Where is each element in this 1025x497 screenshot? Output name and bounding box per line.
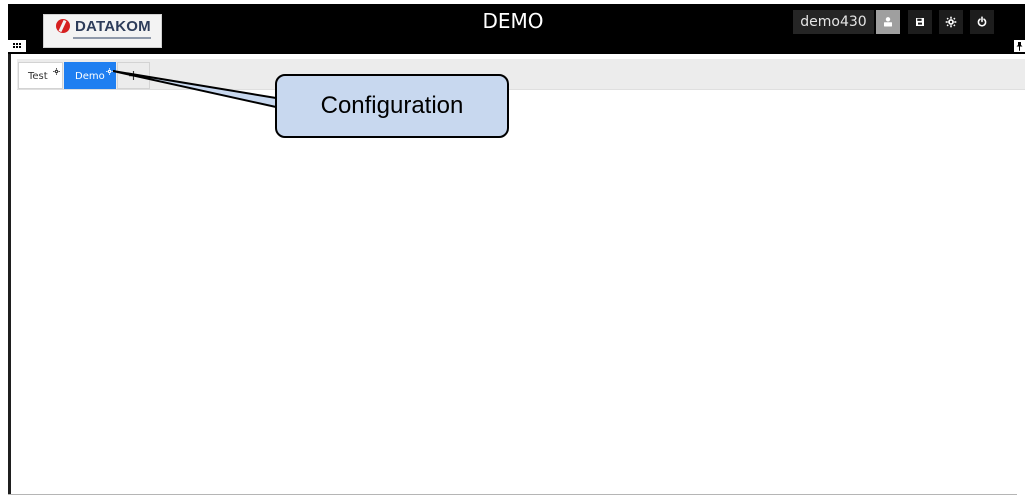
grid-menu-button[interactable] <box>8 40 26 52</box>
settings-button[interactable] <box>939 10 963 34</box>
power-button[interactable] <box>970 10 994 34</box>
page-title: DEMO <box>482 9 544 33</box>
user-name: demo430 <box>793 10 874 34</box>
gear-icon <box>52 67 60 75</box>
tab-demo[interactable]: Demo <box>64 62 116 89</box>
tab-settings[interactable] <box>105 67 113 75</box>
annotation-callout: Configuration <box>275 74 509 138</box>
tab-label: Test <box>28 71 48 82</box>
grid-icon <box>13 43 21 49</box>
add-tab-button[interactable]: + <box>117 62 150 89</box>
pin-icon <box>1016 41 1023 51</box>
tab-label: Demo <box>75 71 105 82</box>
gear-icon <box>105 67 113 75</box>
tab-settings[interactable] <box>52 67 60 75</box>
user-button[interactable] <box>876 10 900 34</box>
left-rail <box>8 54 11 495</box>
app-window: DATAKOM DEMO demo430 Test Demo + Configu… <box>0 0 1025 497</box>
annotation-label: Configuration <box>320 92 464 119</box>
brand-logo: DATAKOM <box>43 14 162 48</box>
brand-tagline <box>73 37 151 39</box>
settings-icon <box>945 16 957 28</box>
bottom-border <box>8 494 1017 495</box>
tab-test[interactable]: Test <box>18 62 63 89</box>
logo-mark <box>56 19 70 33</box>
power-icon <box>977 16 987 27</box>
save-icon <box>916 18 924 26</box>
user-icon <box>884 17 892 27</box>
pin-button[interactable] <box>1014 40 1025 52</box>
brand-name: DATAKOM <box>75 18 151 35</box>
tabs-strip <box>17 59 1025 90</box>
save-button[interactable] <box>908 10 932 34</box>
